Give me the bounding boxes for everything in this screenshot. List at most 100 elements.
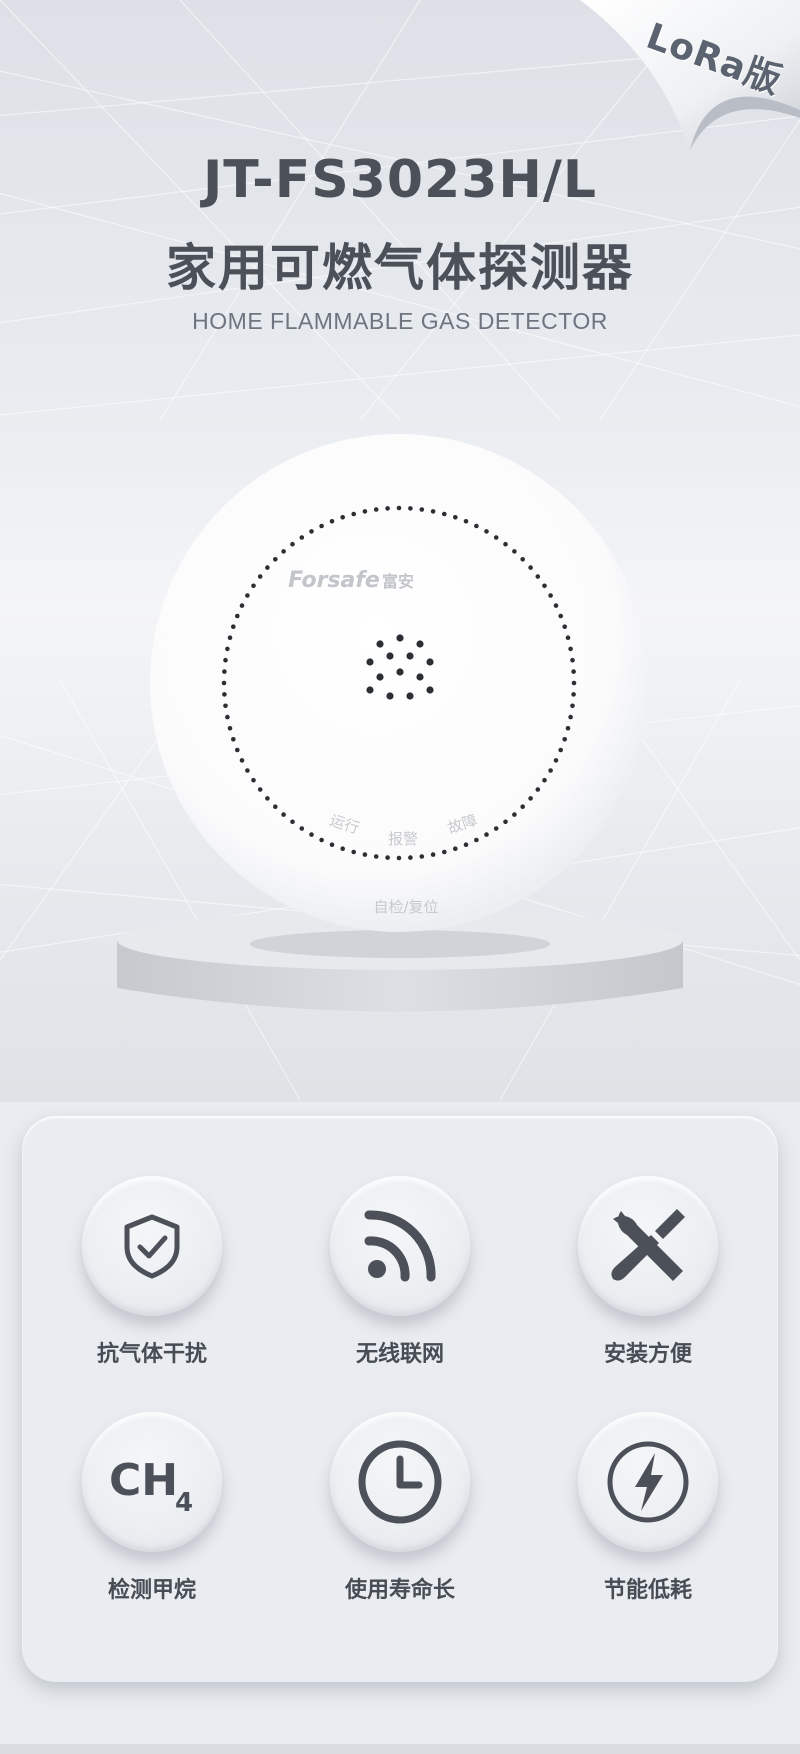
feature-icon-bubble: CH 4 bbox=[82, 1412, 222, 1552]
vent-hole bbox=[548, 593, 553, 598]
ch4-icon: CH 4 bbox=[109, 1455, 193, 1517]
vent-hole bbox=[512, 549, 517, 554]
vent-hole bbox=[223, 657, 228, 663]
vent-hole bbox=[493, 826, 499, 831]
vent-hole bbox=[222, 692, 227, 697]
vent-hole bbox=[373, 854, 379, 859]
gas-detector-device: Forsafe 富安 运行 报警 故障 自检/复位 bbox=[150, 434, 648, 932]
vent-hole bbox=[385, 855, 390, 860]
features-panel: 抗气体干扰 无线联网 安装方便 CH 4 检测甲烷 使用寿命长 节能低耗 bbox=[22, 1116, 778, 1682]
vent-hole bbox=[222, 669, 227, 674]
vent-hole bbox=[225, 646, 230, 652]
vent-hole bbox=[351, 511, 356, 517]
feature-label: 使用寿命长 bbox=[344, 1578, 455, 1603]
vent-hole bbox=[340, 515, 345, 520]
feature-methane: CH 4 检测甲烷 bbox=[42, 1412, 262, 1612]
vent-hole bbox=[484, 832, 489, 837]
vent-hole bbox=[221, 680, 227, 686]
vent-hole bbox=[463, 842, 469, 847]
vent-hole bbox=[565, 726, 571, 731]
vent-hole bbox=[553, 603, 559, 608]
indicator-alarm-label: 报警 bbox=[388, 830, 418, 848]
feature-anti-interference: 抗气体干扰 bbox=[42, 1176, 262, 1376]
clock-icon bbox=[358, 1440, 442, 1524]
vent-hole bbox=[419, 507, 425, 512]
vent-hole bbox=[571, 669, 576, 674]
vent-hole bbox=[430, 509, 436, 514]
vent-hole bbox=[453, 846, 458, 851]
brand-logo: Forsafe bbox=[288, 568, 380, 593]
vent-hole bbox=[396, 855, 402, 861]
vent-hole bbox=[385, 506, 390, 511]
vent-hole bbox=[290, 541, 295, 547]
vent-hole bbox=[570, 657, 575, 663]
vent-hole bbox=[227, 726, 233, 731]
vent-hole bbox=[231, 624, 236, 629]
vent-hole bbox=[329, 519, 335, 524]
vent-hole bbox=[273, 557, 278, 562]
vent-hole bbox=[558, 747, 563, 753]
vent-hole bbox=[290, 819, 295, 825]
vent-hole bbox=[562, 737, 567, 742]
feature-label: 无线联网 bbox=[355, 1342, 444, 1367]
vent-hole bbox=[362, 852, 368, 857]
vent-hole bbox=[535, 574, 541, 579]
vent-hole bbox=[493, 535, 499, 540]
vent-hole bbox=[227, 635, 233, 640]
hero-banner: LoRa版 JT-FS3023H/L 家用可燃气体探测器 HOME FLAMMA… bbox=[0, 0, 800, 1102]
feature-wireless: 无线联网 bbox=[290, 1176, 510, 1376]
vent-hole bbox=[528, 565, 533, 570]
vent-hole bbox=[571, 692, 576, 697]
test-reset-button-label: 自检/复位 bbox=[373, 898, 438, 916]
vent-hole bbox=[512, 812, 517, 817]
product-subtitle: HOME FLAMMABLE GAS DETECTOR bbox=[192, 308, 608, 334]
feature-energy-saving: 节能低耗 bbox=[538, 1412, 758, 1612]
feature-icon-bubble bbox=[330, 1176, 470, 1316]
vent-hole bbox=[319, 523, 324, 529]
vent-hole bbox=[329, 842, 335, 847]
vent-hole bbox=[239, 758, 245, 763]
vent-hole bbox=[568, 646, 573, 652]
vent-hole bbox=[453, 515, 458, 520]
vent-hole bbox=[535, 787, 541, 792]
vent-hole bbox=[319, 837, 324, 843]
shield-check-icon bbox=[124, 1214, 180, 1279]
vent-hole bbox=[235, 613, 240, 619]
vent-hole bbox=[542, 583, 547, 589]
feature-icon-bubble bbox=[330, 1412, 470, 1552]
vent-hole bbox=[299, 826, 305, 831]
vent-hole bbox=[474, 837, 479, 843]
vent-hole bbox=[442, 511, 447, 517]
vent-hole bbox=[245, 593, 250, 598]
vent-hole bbox=[362, 509, 368, 514]
vent-hole bbox=[257, 574, 263, 579]
vent-hole bbox=[273, 804, 278, 809]
vent-hole bbox=[351, 849, 356, 855]
vent-hole bbox=[231, 737, 236, 742]
vent-hole bbox=[340, 846, 345, 851]
vent-hole bbox=[558, 613, 563, 619]
model-number: JT-FS3023H/L bbox=[202, 150, 598, 210]
wireless-signal-icon bbox=[364, 1210, 436, 1282]
feature-icon-bubble bbox=[578, 1412, 718, 1552]
svg-text:CH: CH bbox=[109, 1455, 178, 1506]
vent-hole bbox=[251, 583, 256, 589]
vent-hole bbox=[373, 507, 379, 512]
vent-hole bbox=[542, 777, 547, 783]
feature-icon-bubble bbox=[578, 1176, 718, 1316]
bottom-divider bbox=[0, 1744, 800, 1754]
feature-label: 安装方便 bbox=[603, 1342, 692, 1367]
vent-hole bbox=[562, 624, 567, 629]
vent-hole bbox=[528, 796, 533, 801]
vent-hole bbox=[442, 849, 447, 855]
vent-hole bbox=[299, 535, 305, 540]
vent-hole bbox=[235, 747, 240, 753]
vent-hole bbox=[225, 714, 230, 720]
vent-hole bbox=[223, 703, 228, 709]
vent-hole bbox=[281, 549, 286, 554]
vent-hole bbox=[265, 796, 270, 801]
vent-hole bbox=[520, 804, 525, 809]
tools-icon bbox=[611, 1209, 685, 1281]
vent-hole bbox=[251, 777, 256, 783]
feature-label: 抗气体干扰 bbox=[96, 1342, 207, 1367]
